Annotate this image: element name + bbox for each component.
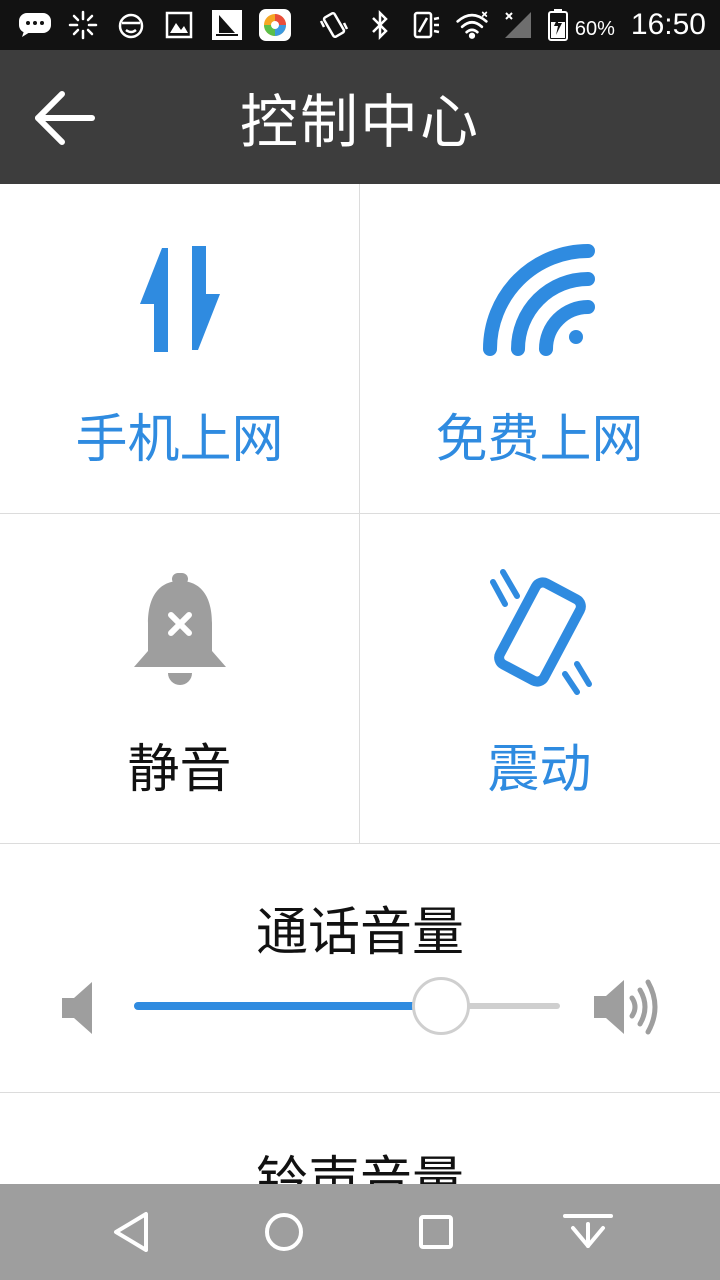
tile-free-wifi[interactable]: 免费上网 [360, 184, 719, 513]
recents-square-icon [419, 1215, 453, 1249]
tile-label: 震动 [487, 740, 592, 800]
home-circle-icon [265, 1213, 303, 1251]
wifi-icon [475, 236, 605, 366]
nav-home-button[interactable] [254, 1202, 314, 1262]
tile-mobile-data[interactable]: 手机上网 [0, 184, 359, 513]
status-time: 16:50 [630, 8, 706, 41]
volume-min-icon [58, 980, 98, 1036]
status-bar: 60% 16:50 [0, 0, 720, 50]
call-volume-title: 通话音量 [255, 903, 464, 963]
grid-divider-vertical [359, 184, 360, 844]
call-volume-section: 通话音量 [0, 844, 720, 1092]
vibrate-phone-icon [475, 566, 605, 696]
battery-percent: 60% [574, 17, 615, 40]
bell-off-icon [115, 566, 245, 696]
tile-label: 手机上网 [75, 410, 284, 470]
grid-divider-horizontal [0, 513, 720, 514]
app-store-icon [258, 8, 292, 42]
tile-label: 免费上网 [435, 410, 644, 470]
navigation-bar [0, 1184, 720, 1280]
app-bar: 控制中心 [0, 50, 720, 184]
status-bar-notifications [18, 8, 292, 42]
toggle-grid: 手机上网 免费上网 静音 震动 [0, 184, 720, 844]
status-bar-system: 60% 16:50 [317, 6, 706, 44]
call-volume-fill [134, 1002, 441, 1010]
chat-icon [18, 8, 52, 42]
back-button[interactable] [26, 80, 102, 156]
signal-icon [501, 8, 535, 42]
data-transfer-icon [115, 236, 245, 366]
arrow-left-icon [35, 91, 95, 145]
ringtone-volume-section: 铃声音量 [0, 1093, 720, 1184]
tile-silent[interactable]: 静音 [0, 514, 359, 843]
volume-max-icon [590, 972, 670, 1042]
nav-recents-button[interactable] [406, 1202, 466, 1262]
ringtone-volume-title: 铃声音量 [255, 1152, 464, 1184]
back-triangle-icon [114, 1212, 148, 1252]
image-icon [162, 8, 196, 42]
vibrate-status-icon [317, 8, 351, 42]
page-title: 控制中心 [239, 88, 480, 156]
tile-label: 静音 [127, 740, 232, 800]
brightness-icon [66, 8, 100, 42]
nav-notification-button[interactable] [558, 1202, 618, 1262]
wifi-icon [455, 8, 489, 42]
tile-vibrate[interactable]: 震动 [360, 514, 719, 843]
face-icon [114, 8, 148, 42]
nfc-icon [409, 8, 443, 42]
sail-icon [210, 8, 244, 42]
nav-back-button[interactable] [102, 1202, 162, 1262]
call-volume-thumb[interactable] [411, 977, 470, 1035]
battery-icon [547, 8, 569, 42]
bluetooth-icon [363, 8, 397, 42]
notification-pull-icon [563, 1214, 613, 1248]
